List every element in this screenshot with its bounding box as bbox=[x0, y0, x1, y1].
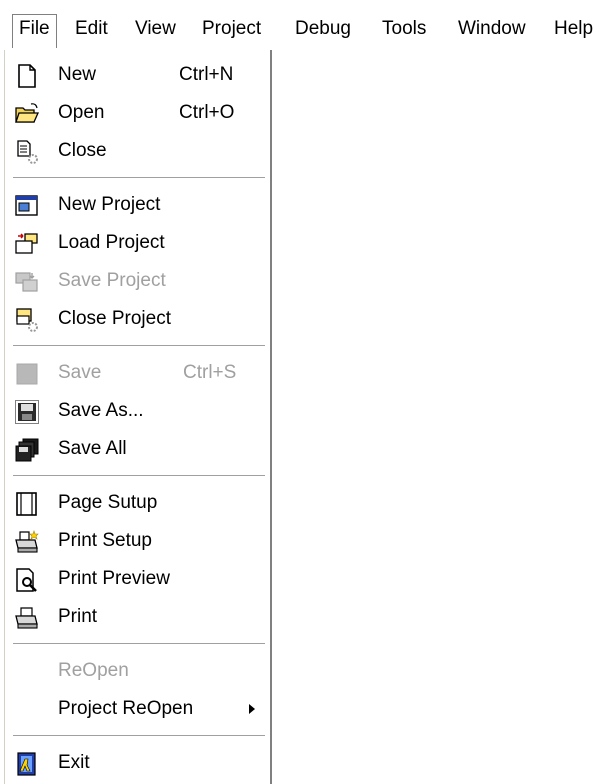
menu-window[interactable]: Window bbox=[458, 16, 526, 42]
shortcut-label: Ctrl+N bbox=[179, 64, 234, 85]
menu-item-label: Close Project bbox=[58, 308, 171, 329]
menu-item-label: Project ReOpen bbox=[58, 698, 194, 719]
file-menu-dropdown: New Ctrl+N Open Ctrl+O Close New Project bbox=[4, 50, 272, 784]
menu-item-new-project[interactable]: New Project bbox=[5, 188, 267, 222]
menu-item-label: Print Preview bbox=[58, 568, 170, 589]
menu-bar: File Edit View Project Debug Tools Windo… bbox=[0, 0, 600, 50]
menu-separator bbox=[13, 643, 265, 645]
menu-item-label: Page Sutup bbox=[58, 492, 158, 513]
menu-item-label: Save All bbox=[58, 438, 127, 459]
menu-separator bbox=[13, 735, 265, 737]
menu-item-print[interactable]: Print bbox=[5, 600, 267, 634]
menu-tools[interactable]: Tools bbox=[382, 16, 426, 42]
menu-item-label: ReOpen bbox=[58, 660, 129, 681]
exit-icon bbox=[17, 752, 36, 776]
menu-project[interactable]: Project bbox=[202, 16, 261, 42]
menu-item-load-project[interactable]: Load Project bbox=[5, 226, 267, 260]
menu-item-new[interactable]: New Ctrl+N bbox=[5, 58, 267, 92]
shortcut-label: Ctrl+O bbox=[179, 102, 235, 123]
menu-item-label: New Project bbox=[58, 194, 161, 215]
menu-item-exit[interactable]: Exit bbox=[5, 746, 267, 780]
menu-item-label: Close bbox=[58, 140, 107, 161]
load-project-icon bbox=[15, 233, 38, 254]
menu-file[interactable]: File bbox=[12, 14, 57, 48]
shortcut-label: Ctrl+S bbox=[183, 362, 237, 383]
save-as-icon bbox=[15, 400, 39, 424]
menu-item-label: Print bbox=[58, 606, 98, 627]
menu-item-close-project[interactable]: Close Project bbox=[5, 302, 267, 336]
menu-item-label: Save Project bbox=[58, 270, 166, 291]
menu-item-save-all[interactable]: Save All bbox=[5, 432, 267, 466]
close-project-icon bbox=[16, 308, 38, 332]
print-setup-icon bbox=[15, 530, 39, 553]
menu-item-save[interactable]: Save Ctrl+S bbox=[5, 356, 267, 390]
menu-item-print-preview[interactable]: Print Preview bbox=[5, 562, 267, 596]
menu-item-label: Print Setup bbox=[58, 530, 152, 551]
menu-item-page-setup[interactable]: Page Sutup bbox=[5, 486, 267, 520]
menu-item-open[interactable]: Open Ctrl+O bbox=[5, 96, 267, 130]
menu-item-label: Open bbox=[58, 102, 105, 123]
save-all-icon bbox=[15, 438, 39, 462]
menu-item-project-reopen[interactable]: Project ReOpen bbox=[5, 692, 267, 726]
menu-separator bbox=[13, 177, 265, 179]
submenu-arrow-icon bbox=[249, 704, 255, 714]
menu-item-save-as[interactable]: Save As... bbox=[5, 394, 267, 428]
menu-separator bbox=[13, 475, 265, 477]
menu-item-reopen[interactable]: ReOpen bbox=[5, 654, 267, 688]
menu-debug[interactable]: Debug bbox=[295, 16, 351, 42]
save-icon bbox=[16, 363, 38, 385]
menu-item-label: Exit bbox=[58, 752, 90, 773]
save-project-icon bbox=[15, 272, 38, 292]
menu-item-label: Load Project bbox=[58, 232, 165, 253]
menu-item-close[interactable]: Close bbox=[5, 134, 267, 168]
printer-icon bbox=[15, 607, 38, 629]
menu-help[interactable]: Help bbox=[554, 16, 593, 42]
menu-item-print-setup[interactable]: Print Setup bbox=[5, 524, 267, 558]
print-preview-icon bbox=[16, 568, 37, 592]
new-project-icon bbox=[15, 195, 38, 216]
open-folder-icon bbox=[15, 103, 39, 123]
close-file-icon bbox=[17, 140, 38, 164]
menu-item-label: New bbox=[58, 64, 97, 85]
menu-edit[interactable]: Edit bbox=[75, 16, 108, 42]
menu-item-label: Save bbox=[58, 362, 102, 383]
new-file-icon bbox=[18, 64, 36, 88]
menu-item-save-project[interactable]: Save Project bbox=[5, 264, 267, 298]
menu-separator bbox=[13, 345, 265, 347]
menu-item-label: Save As... bbox=[58, 400, 144, 421]
page-setup-icon bbox=[16, 492, 37, 516]
menu-view[interactable]: View bbox=[135, 16, 176, 42]
